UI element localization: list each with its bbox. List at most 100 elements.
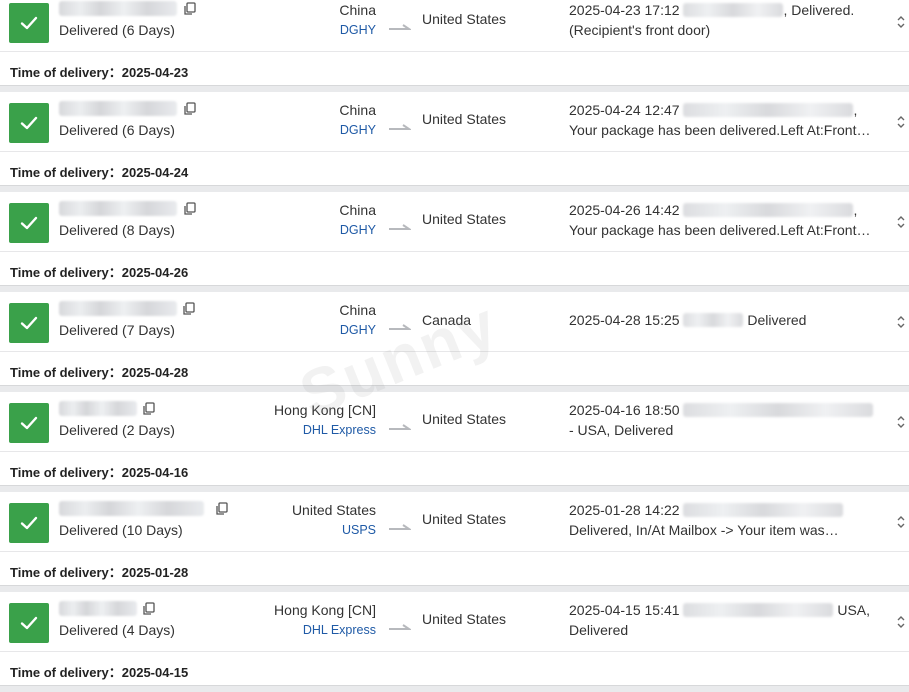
carrier-name[interactable]: USPS xyxy=(342,523,376,537)
delivery-status-label: Delivered (6 Days) xyxy=(59,122,175,138)
latest-event-line1: 2025-01-28 14:22 xyxy=(569,502,844,518)
route-arrow-icon xyxy=(389,619,413,637)
time-of-delivery-label: Time of delivery： xyxy=(10,165,122,180)
time-of-delivery-label: Time of delivery： xyxy=(10,465,122,480)
expand-collapse-icon[interactable] xyxy=(896,115,906,134)
route-arrow-icon xyxy=(389,19,413,37)
expand-collapse-icon[interactable] xyxy=(896,15,906,34)
time-of-delivery-label: Time of delivery： xyxy=(10,665,122,680)
time-of-delivery-label: Time of delivery： xyxy=(10,65,122,80)
destination-country: United States xyxy=(422,111,507,127)
shipment-summary[interactable]: Delivered (4 Days) Hong Kong [CN] DHL Ex… xyxy=(0,592,909,652)
shipment-summary[interactable]: Delivered (7 Days) China DGHY Canada 202… xyxy=(0,292,909,352)
time-of-delivery-value: 2025-04-26 xyxy=(121,265,189,280)
delivery-time-row: Time of delivery：2025-04-26 xyxy=(0,252,909,285)
delivery-time-row: Time of delivery：2025-04-24 xyxy=(0,152,909,185)
destination-country: United States xyxy=(422,211,507,227)
carrier-name[interactable]: DGHY xyxy=(340,323,376,337)
carrier-name[interactable]: DGHY xyxy=(340,223,376,237)
delivery-time-row: Time of delivery：2025-04-15 xyxy=(0,652,909,685)
shipment-card[interactable]: Delivered (8 Days) China DGHY United Sta… xyxy=(0,192,909,286)
expand-collapse-icon[interactable] xyxy=(896,515,906,534)
delivered-status-icon xyxy=(9,3,49,43)
event-location-redacted xyxy=(683,103,854,117)
delivered-status-icon xyxy=(9,403,49,443)
copy-icon[interactable] xyxy=(215,502,229,516)
tracking-number-redacted xyxy=(59,201,177,216)
copy-icon[interactable] xyxy=(183,202,197,216)
event-location-redacted xyxy=(683,203,854,217)
shipment-summary[interactable]: Delivered (6 Days) China DGHY United Sta… xyxy=(0,0,909,52)
time-of-delivery-value: 2025-04-15 xyxy=(121,665,189,680)
shipment-card[interactable]: Delivered (2 Days) Hong Kong [CN] DHL Ex… xyxy=(0,392,909,486)
carrier-name[interactable]: DGHY xyxy=(340,123,376,137)
destination-country: United States xyxy=(422,511,507,527)
time-of-delivery-value: 2025-01-28 xyxy=(121,565,189,580)
shipment-summary[interactable]: Delivered (6 Days) China DGHY United Sta… xyxy=(0,92,909,152)
copy-icon[interactable] xyxy=(142,402,156,416)
time-of-delivery-label: Time of delivery： xyxy=(10,565,122,580)
copy-icon[interactable] xyxy=(183,102,197,116)
shipment-card[interactable]: Delivered (6 Days) China DGHY United Sta… xyxy=(0,0,909,86)
event-time: 2025-04-23 17:12 xyxy=(569,2,680,18)
latest-event-line1: 2025-04-23 17:12 , Delivered. xyxy=(569,2,854,18)
copy-icon[interactable] xyxy=(142,602,156,616)
event-location-redacted xyxy=(683,3,784,17)
latest-event-line2: - USA, Delivered xyxy=(569,422,674,438)
latest-event-line1: 2025-04-28 15:25 Delivered xyxy=(569,312,806,328)
route-arrow-icon xyxy=(389,519,413,537)
shipment-card[interactable]: Delivered (6 Days) China DGHY United Sta… xyxy=(0,92,909,186)
tracking-number-redacted xyxy=(59,301,177,316)
latest-event-line1: 2025-04-15 15:41 USA, xyxy=(569,602,870,618)
delivered-status-icon xyxy=(9,303,49,343)
shipment-list: Delivered (6 Days) China DGHY United Sta… xyxy=(0,0,909,692)
shipment-card[interactable]: Delivered (10 Days) United States USPS U… xyxy=(0,492,909,586)
carrier-name[interactable]: DHL Express xyxy=(303,623,376,637)
destination-country: United States xyxy=(422,11,507,27)
event-suffix: , xyxy=(853,202,858,218)
expand-collapse-icon[interactable] xyxy=(896,215,906,234)
origin-country: China xyxy=(339,202,376,218)
event-time: 2025-04-26 14:42 xyxy=(569,202,680,218)
delivery-status-label: Delivered (2 Days) xyxy=(59,422,175,438)
origin-country: China xyxy=(339,302,376,318)
expand-collapse-icon[interactable] xyxy=(896,615,906,634)
delivery-time-row: Time of delivery：2025-04-16 xyxy=(0,452,909,485)
event-time: 2025-01-28 14:22 xyxy=(569,502,680,518)
event-time: 2025-04-24 12:47 xyxy=(569,102,680,118)
shipment-summary[interactable]: Delivered (10 Days) United States USPS U… xyxy=(0,492,909,552)
time-of-delivery-value: 2025-04-24 xyxy=(121,165,189,180)
route-arrow-icon xyxy=(389,219,413,237)
latest-event-line2: Delivered, In/At Mailbox -> Your item wa… xyxy=(569,522,839,538)
expand-collapse-icon[interactable] xyxy=(896,315,906,334)
destination-country: United States xyxy=(422,611,507,627)
shipment-card[interactable]: Delivered (7 Days) China DGHY Canada 202… xyxy=(0,292,909,386)
latest-event-line1: 2025-04-24 12:47 , xyxy=(569,102,857,118)
route-arrow-icon xyxy=(389,119,413,137)
copy-icon[interactable] xyxy=(183,2,197,16)
time-of-delivery-label: Time of delivery： xyxy=(10,265,122,280)
destination-country: Canada xyxy=(422,312,472,328)
shipment-summary[interactable]: Delivered (2 Days) Hong Kong [CN] DHL Ex… xyxy=(0,392,909,452)
event-location-redacted xyxy=(683,313,744,327)
carrier-name[interactable]: DHL Express xyxy=(303,423,376,437)
origin-country: United States xyxy=(291,502,376,518)
event-suffix: , Delivered. xyxy=(783,2,855,18)
carrier-name[interactable]: DGHY xyxy=(340,23,376,37)
time-of-delivery-value: 2025-04-28 xyxy=(121,365,189,380)
expand-collapse-icon[interactable] xyxy=(896,415,906,434)
delivery-time-row: Time of delivery：2025-04-28 xyxy=(0,352,909,385)
delivery-status-label: Delivered (4 Days) xyxy=(59,622,175,638)
event-location-redacted xyxy=(683,603,834,617)
latest-event-line1: 2025-04-26 14:42 , xyxy=(569,202,857,218)
copy-icon[interactable] xyxy=(182,302,196,316)
shipment-card[interactable]: Delivered (4 Days) Hong Kong [CN] DHL Ex… xyxy=(0,592,909,686)
latest-event-line2: Your package has been delivered.Left At:… xyxy=(569,122,871,138)
time-of-delivery-label: Time of delivery： xyxy=(10,365,122,380)
time-of-delivery-value: 2025-04-16 xyxy=(121,465,189,480)
shipment-summary[interactable]: Delivered (8 Days) China DGHY United Sta… xyxy=(0,192,909,252)
event-location-redacted xyxy=(683,403,874,417)
event-location-redacted xyxy=(683,503,844,517)
event-suffix: USA, xyxy=(833,602,871,618)
latest-event-line2: Your package has been delivered.Left At:… xyxy=(569,222,871,238)
